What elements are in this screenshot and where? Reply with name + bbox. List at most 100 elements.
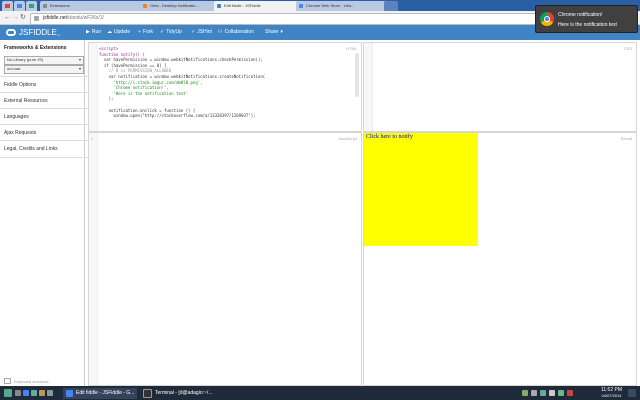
line-gutter: 1 — [89, 133, 98, 385]
gmail-pinned-tab[interactable] — [2, 1, 13, 11]
result-yellow-box[interactable]: Click here to notify — [364, 133, 478, 246]
tab-jsfiddle[interactable]: Edit fiddle - JSFiddle × — [214, 1, 304, 11]
tab-stackoverflow[interactable]: Gets - Desktop Notificatio... × — [140, 1, 222, 11]
caret-down-icon: ▾ — [280, 29, 283, 35]
share-label: Share — [265, 29, 279, 35]
tab-webstore[interactable]: Chrome Web Store - Uba... × — [296, 1, 392, 11]
reload-icon[interactable]: ↻ — [20, 13, 26, 22]
tab-extensions[interactable]: Extensions × — [40, 1, 148, 11]
desktop-notification[interactable]: Chrome notification! Here is the notific… — [535, 5, 638, 33]
fork-label: Fork — [143, 29, 154, 35]
css-panel[interactable]: CSS — [363, 42, 637, 132]
logo-text: JSFIDDLE — [19, 28, 57, 37]
code-line: var notification = window.webkitNotifica… — [99, 73, 266, 79]
taskbar-item-chrome[interactable]: Edit fiddle - JSFiddle - G... — [63, 388, 137, 399]
css-panel-label: CSS — [623, 46, 632, 51]
drive-icon[interactable] — [23, 390, 29, 396]
jshint-button[interactable]: ✓ JSHint — [191, 25, 212, 40]
keyboard-shortcuts-link[interactable]: Keyboard shortcuts — [4, 378, 48, 384]
framework-value: No-Library (pure JS) — [7, 57, 44, 62]
tray-icon[interactable] — [522, 390, 528, 396]
sidebar-item-external-resources[interactable]: External Resources — [0, 92, 89, 109]
share-button[interactable]: Share ▾ — [265, 25, 285, 40]
cloud-upload-icon: ☁ — [107, 29, 112, 35]
taskbar-item-label: Edit fiddle - JSFiddle - G... — [76, 390, 135, 396]
network-icon[interactable] — [531, 390, 537, 396]
url-host: jsfiddle.net — [43, 15, 67, 21]
framework-select[interactable]: No-Library (pure JS) ▾ — [4, 56, 84, 65]
notification-title: Chrome notification! — [558, 12, 603, 18]
google-icon — [17, 4, 22, 8]
notification-body: Here is the notification text — [558, 22, 617, 28]
html-panel-label: HTML — [346, 46, 357, 51]
version-label: α — [57, 32, 60, 37]
javascript-panel[interactable]: 1 JavaScript — [88, 132, 362, 386]
page-icon — [34, 16, 39, 21]
tab-label: Gets - Desktop Notificatio... — [150, 3, 199, 8]
play-icon: ▶ — [86, 29, 90, 35]
google-pinned-tab[interactable] — [14, 1, 25, 11]
notify-link[interactable]: Click here to notify — [366, 134, 413, 140]
jsfiddle-logo[interactable]: JSFIDDLE α — [6, 28, 60, 37]
battery-icon[interactable] — [540, 390, 546, 396]
load-value: onLoad — [7, 66, 21, 71]
collaboration-button[interactable]: ⚇ Collaboration — [218, 25, 254, 40]
tab-label: Chrome Web Store - Uba... — [306, 3, 355, 8]
code-line: var havePermission = window.webkitNotifi… — [99, 57, 263, 63]
taskbar-item-label: Terminal - [d@adagio:~/... — [155, 390, 213, 396]
fork-button[interactable]: ⑂ Fork — [138, 25, 153, 40]
check-icon: ✓ — [160, 29, 165, 35]
chrome-logo-icon — [540, 12, 554, 26]
gmail-icon — [5, 4, 10, 8]
jshint-label: JSHint — [197, 29, 212, 35]
tab-label: Edit fiddle - JSFiddle — [224, 3, 261, 8]
line-gutter — [364, 43, 373, 131]
menu-icon[interactable] — [4, 389, 12, 397]
keyboard-shortcuts-label: Keyboard shortcuts — [14, 378, 49, 384]
run-button[interactable]: ▶ Run — [86, 25, 101, 40]
webstore-icon — [299, 4, 303, 8]
code-line: window.open("http://stackoverflow.com/a/… — [99, 113, 256, 119]
volume-icon[interactable] — [549, 390, 555, 396]
app-icon[interactable] — [47, 390, 53, 396]
caret-down-icon: ▾ — [78, 66, 81, 71]
terminal-icon — [143, 389, 152, 398]
jsfiddle-icon — [217, 4, 221, 8]
app-icon[interactable] — [15, 390, 21, 396]
calendar-pinned-tab[interactable] — [26, 1, 37, 11]
html-panel[interactable]: <script> function notify() { var havePerm… — [88, 42, 362, 132]
sidebar-item-legal[interactable]: Legal, Credits and Links — [0, 140, 89, 158]
clock[interactable]: 11:52 PM 04/07/2014 — [601, 387, 622, 398]
line-number: 1 — [91, 136, 94, 141]
html-code[interactable]: <script> function notify() { var havePerm… — [99, 46, 265, 119]
tidyup-button[interactable]: ✓ TidyUp — [160, 25, 182, 40]
people-icon: ⚇ — [218, 29, 223, 35]
stackoverflow-icon — [143, 4, 147, 8]
tray-icon[interactable] — [558, 390, 564, 396]
sidebar-item-ajax-requests[interactable]: Ajax Requests — [0, 124, 89, 141]
os-taskbar: Edit fiddle - JSFiddle - G... Terminal -… — [0, 386, 640, 400]
new-tab-button[interactable] — [384, 1, 398, 11]
update-button[interactable]: ☁ Update — [107, 25, 130, 40]
sidebar-item-languages[interactable]: Languages — [0, 108, 89, 125]
load-select[interactable]: onLoad ▾ — [4, 65, 84, 74]
forward-arrow-icon[interactable]: → — [12, 13, 19, 22]
frameworks-heading: Frameworks & Extensions — [4, 45, 67, 51]
show-desktop-button[interactable] — [628, 389, 636, 397]
url-path: /dandu/wF26x/1/ — [66, 15, 104, 21]
line-gutter — [89, 43, 98, 131]
fork-icon: ⑂ — [138, 29, 142, 35]
scrollbar[interactable] — [355, 53, 359, 97]
tray-icon[interactable] — [567, 390, 573, 396]
caret-down-icon: ▾ — [78, 57, 81, 62]
calendar-icon — [29, 4, 34, 8]
result-panel: Click here to notify Result — [363, 132, 637, 386]
taskbar-item-terminal[interactable]: Terminal - [d@adagio:~/... — [140, 388, 214, 399]
sidebar-item-fiddle-options[interactable]: Fiddle Options — [0, 76, 89, 93]
puzzle-icon — [43, 4, 47, 8]
update-label: Update — [114, 29, 131, 35]
app-icon[interactable] — [31, 390, 37, 396]
keyboard-icon — [4, 378, 11, 384]
app-icon[interactable] — [39, 390, 45, 396]
back-arrow-icon[interactable]: ← — [4, 13, 11, 22]
